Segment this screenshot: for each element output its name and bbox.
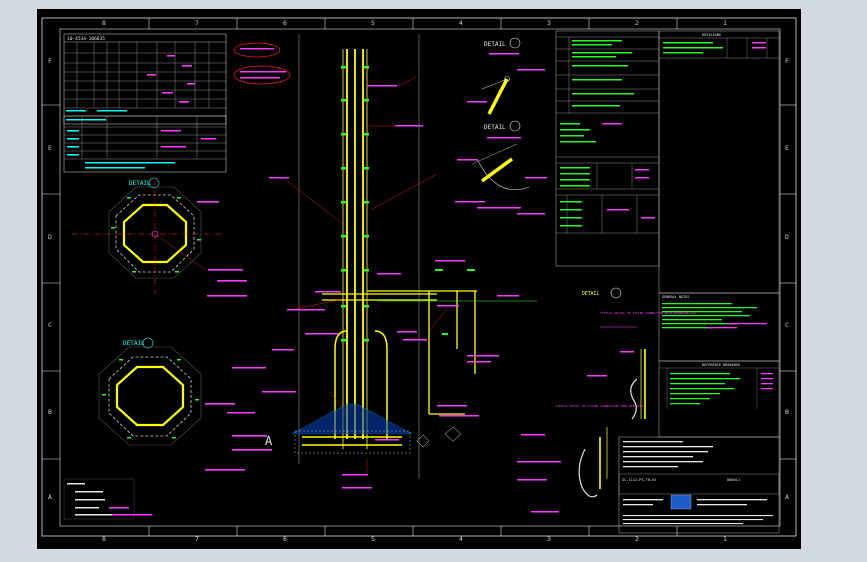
notes-table-top <box>555 30 660 267</box>
legend-block <box>63 478 152 520</box>
row-label-d: D <box>48 233 52 241</box>
revisions-title: REVISIONS <box>702 33 721 37</box>
bolt-table <box>63 115 227 173</box>
company-logo <box>670 494 692 510</box>
detail-c-cross-arm: DETAIL <box>467 37 545 115</box>
row-label-b: B <box>48 408 52 416</box>
col-label-4: 4 <box>459 19 463 27</box>
sheet-number: 000011 <box>727 478 740 482</box>
reference-drawings-title: REFERENCE DRAWINGS <box>702 363 740 367</box>
drawing-canvas: 8 7 6 5 4 3 2 1 8 7 6 5 4 3 2 1 F E D C … <box>41 17 797 543</box>
title-block: SC-1112-PS-TR-01 000011 <box>618 436 780 534</box>
horizontal-pipe-run <box>367 260 537 448</box>
pile-schedule-table: 10-4534-106635 <box>63 33 227 125</box>
row-label-e: E <box>48 144 52 152</box>
detail-c-title: DETAIL <box>484 41 506 48</box>
column-labels: 8 7 6 5 4 3 2 1 8 7 6 5 4 3 2 1 <box>102 19 727 543</box>
detail-b-title: DETAIL <box>123 340 145 347</box>
row-label-f-right: F <box>785 57 789 65</box>
col-label-1: 1 <box>723 19 727 27</box>
cad-drawing-sheet: 8 7 6 5 4 3 2 1 8 7 6 5 4 3 2 1 F E D C … <box>37 9 801 549</box>
col-label-2: 2 <box>635 19 639 27</box>
tower-elevation: A <box>227 34 448 489</box>
column-ticks <box>148 18 678 536</box>
row-label-d-right: D <box>785 233 789 241</box>
row-label-b-right: B <box>785 408 789 416</box>
row-label-a: A <box>48 493 52 501</box>
typical-detail-1-label: TYPICAL DETAIL OF ATTIRE CONNECTION WITH… <box>600 311 696 315</box>
row-label-e-right: E <box>785 144 789 152</box>
pile-table-title: 10-4534-106635 <box>67 36 105 42</box>
reference-drawings-block: REFERENCE DRAWINGS <box>658 360 780 438</box>
col-label-3-bottom: 3 <box>547 535 551 543</box>
col-label-2-bottom: 2 <box>635 535 639 543</box>
detail-d-clamp: DETAIL <box>455 120 547 215</box>
col-label-5: 5 <box>371 19 375 27</box>
row-label-c-right: C <box>785 321 789 329</box>
col-label-3: 3 <box>547 19 551 27</box>
row-label-a-right: A <box>785 493 789 501</box>
col-label-5-bottom: 5 <box>371 535 375 543</box>
cloud-text <box>240 48 286 79</box>
drawing-number: SC-1112-PS-TR-01 <box>622 478 657 482</box>
row-labels: F E D C B A F E D C B A <box>48 57 789 501</box>
col-label-4-bottom: 4 <box>459 535 463 543</box>
general-notes: GENERAL NOTES <box>658 292 780 362</box>
detail-b-footing-plan: DETAIL <box>98 337 272 471</box>
col-label-7-bottom: 7 <box>195 535 199 543</box>
col-label-8: 8 <box>102 19 106 27</box>
detail-a-footing-plan: DETAIL <box>72 177 247 297</box>
col-label-1-bottom: 1 <box>723 535 727 543</box>
detail-d-title: DETAIL <box>484 124 506 131</box>
col-label-7: 7 <box>195 19 199 27</box>
col-label-6: 6 <box>283 19 287 27</box>
attire-connection-detail: DETAIL TYPICAL DETAIL OF ATTIRE CONNECTI… <box>517 287 696 513</box>
drawing-frame: 8 7 6 5 4 3 2 1 8 7 6 5 4 3 2 1 F E D C … <box>0 0 867 562</box>
detail-a-title: DETAIL <box>129 180 151 187</box>
detail-e-title: DETAIL <box>582 291 599 297</box>
general-notes-title: GENERAL NOTES <box>662 295 689 299</box>
col-label-8-bottom: 8 <box>102 535 106 543</box>
typical-detail-2-label: TYPICAL DETAIL OF ATTIRE CONNECTION FROM… <box>555 404 644 408</box>
row-label-f: F <box>48 57 52 65</box>
revisions-block: REVISIONS <box>658 30 780 294</box>
col-label-6-bottom: 6 <box>283 535 287 543</box>
section-a-marker: A <box>265 434 273 448</box>
row-label-c: C <box>48 321 52 329</box>
